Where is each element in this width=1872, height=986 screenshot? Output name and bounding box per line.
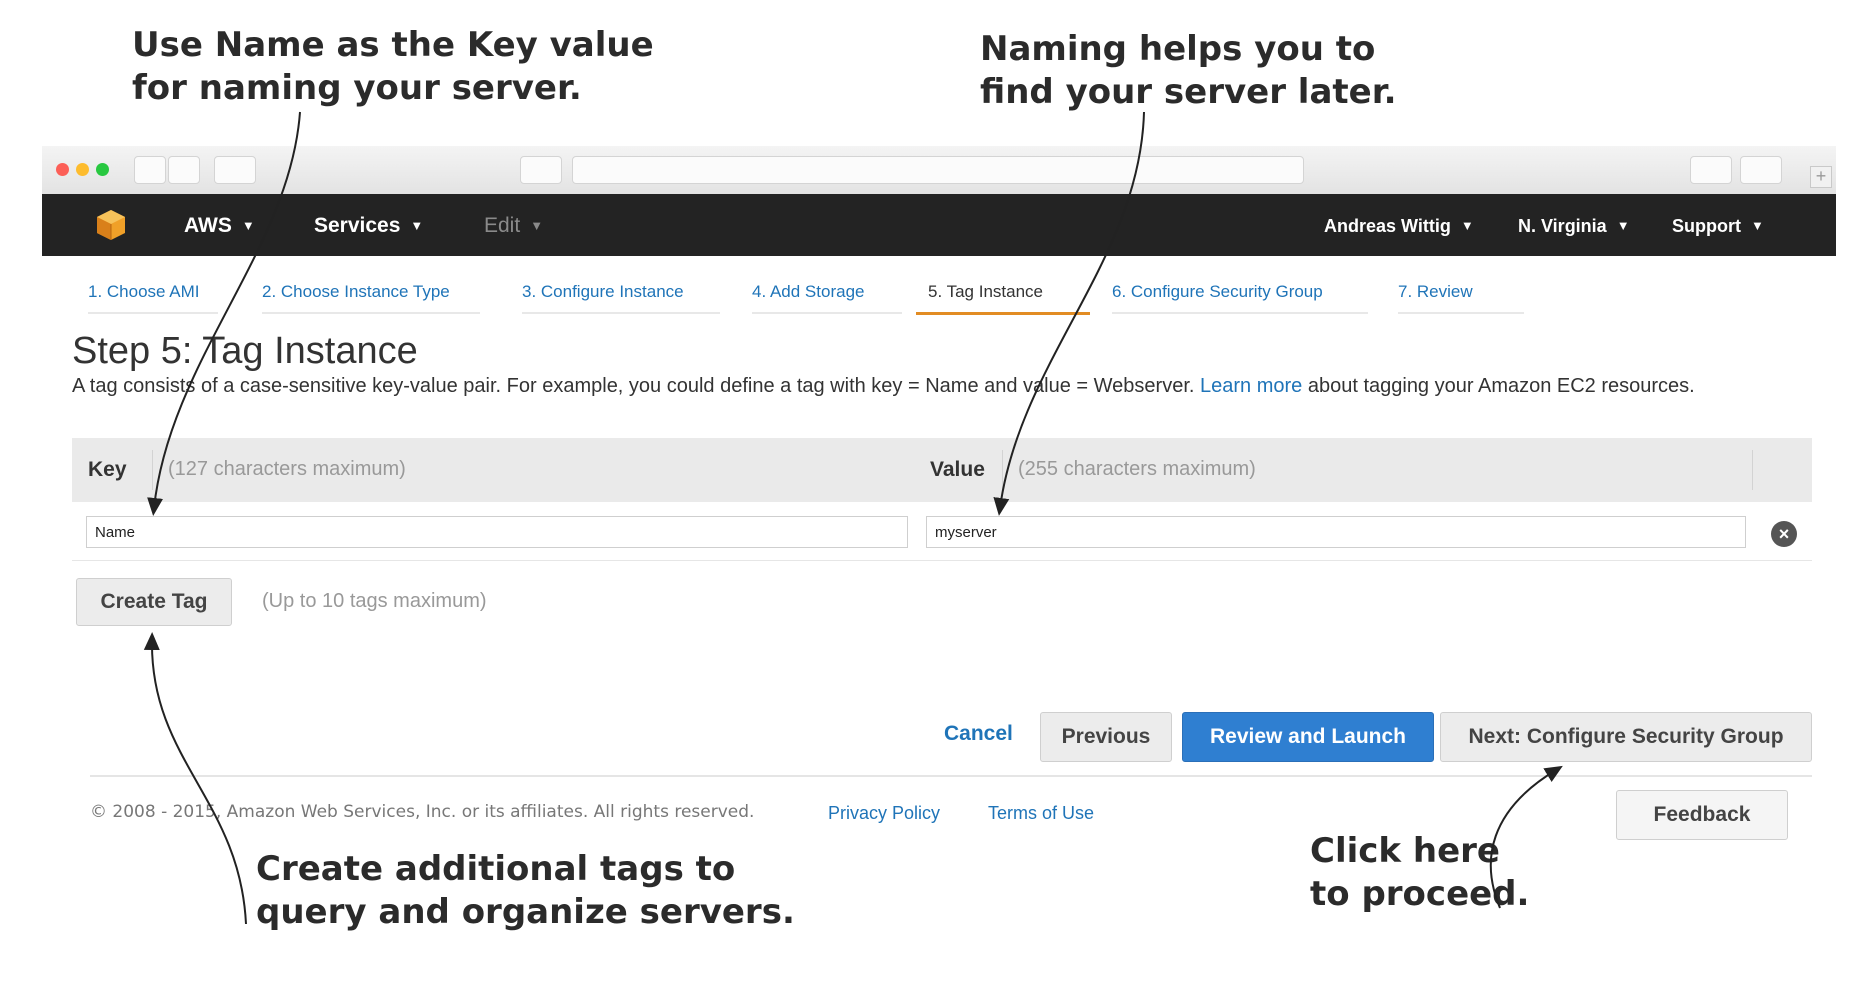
browser-chrome: +: [42, 146, 1836, 195]
annotation-naming-helps: Naming helps you to find your server lat…: [980, 29, 1397, 112]
step-tag-instance[interactable]: 5. Tag Instance: [916, 282, 1090, 315]
minimize-window-icon[interactable]: [76, 163, 89, 176]
description-text: A tag consists of a case-sensitive key-v…: [72, 375, 1200, 397]
step-add-storage[interactable]: 4. Add Storage: [752, 282, 902, 314]
aws-cube-logo-icon[interactable]: [94, 208, 128, 242]
tag-table-header: Key (127 characters maximum) Value (255 …: [72, 438, 1812, 502]
support-menu[interactable]: Support ▼: [1672, 216, 1764, 237]
page-description: A tag consists of a case-sensitive key-v…: [72, 372, 1812, 400]
key-column-header: Key: [88, 458, 127, 481]
aws-label: AWS: [184, 214, 232, 237]
services-label: Services: [314, 214, 401, 237]
support-label: Support: [1672, 216, 1741, 236]
create-tag-hint: (Up to 10 tags maximum): [262, 590, 487, 612]
arrow-to-create-tag: [143, 632, 247, 925]
chevron-down-icon: ▼: [1460, 218, 1474, 233]
row-divider: [72, 560, 1812, 561]
value-column-header: Value: [930, 458, 985, 481]
chevron-down-icon: ▼: [241, 218, 255, 233]
edit-label: Edit: [484, 214, 521, 237]
remove-tag-icon[interactable]: ×: [1771, 521, 1797, 547]
column-divider: [152, 450, 153, 490]
user-label: Andreas Wittig: [1324, 216, 1451, 236]
annotation-key-name: Use Name as the Key value for naming you…: [132, 25, 654, 108]
maximize-window-icon[interactable]: [96, 163, 109, 176]
description-text-end: about tagging your Amazon EC2 resources.: [1302, 375, 1695, 397]
annotation-click-proceed: Click here to proceed.: [1310, 831, 1530, 914]
close-window-icon[interactable]: [56, 163, 69, 176]
user-menu[interactable]: Andreas Wittig ▼: [1324, 216, 1474, 237]
page-title: Step 5: Tag Instance: [72, 330, 418, 372]
aws-navbar: AWS ▼ Services ▼ Edit ▼ Andreas Wittig ▼ N. …: [42, 194, 1836, 256]
create-tag-button[interactable]: Create Tag: [76, 578, 232, 626]
aws-menu[interactable]: AWS ▼: [184, 214, 255, 238]
key-column-hint: (127 characters maximum): [168, 458, 406, 480]
forward-button[interactable]: [168, 156, 200, 184]
step-choose-instance-type[interactable]: 2. Choose Instance Type: [262, 282, 480, 314]
chevron-down-icon: ▼: [1751, 218, 1764, 233]
address-bar[interactable]: [572, 156, 1304, 184]
step-choose-ami[interactable]: 1. Choose AMI: [88, 282, 218, 314]
cancel-link[interactable]: Cancel: [944, 722, 1013, 746]
column-divider: [1002, 450, 1003, 490]
tag-key-input[interactable]: [86, 516, 908, 548]
footer-divider: [90, 775, 1812, 777]
review-and-launch-button[interactable]: Review and Launch: [1182, 712, 1434, 762]
tag-value-input[interactable]: [926, 516, 1746, 548]
share-button[interactable]: [520, 156, 562, 184]
region-menu[interactable]: N. Virginia ▼: [1518, 216, 1630, 237]
region-label: N. Virginia: [1518, 216, 1607, 236]
learn-more-link[interactable]: Learn more: [1200, 375, 1302, 397]
step-configure-instance[interactable]: 3. Configure Instance: [522, 282, 720, 314]
wizard-steps: 1. Choose AMI 2. Choose Instance Type 3.…: [0, 282, 1872, 322]
privacy-policy-link[interactable]: Privacy Policy: [828, 803, 940, 824]
annotation-create-tags: Create additional tags to query and orga…: [256, 849, 795, 932]
services-menu[interactable]: Services ▼: [314, 214, 423, 238]
tabs-button[interactable]: [1740, 156, 1782, 184]
terms-of-use-link[interactable]: Terms of Use: [988, 803, 1094, 824]
new-tab-icon[interactable]: +: [1810, 166, 1832, 188]
edit-menu[interactable]: Edit ▼: [484, 214, 543, 238]
feedback-button[interactable]: Feedback: [1616, 790, 1788, 840]
next-configure-security-group-button[interactable]: Next: Configure Security Group: [1440, 712, 1812, 762]
sidebar-button[interactable]: [214, 156, 256, 184]
value-column-hint: (255 characters maximum): [1018, 458, 1256, 480]
downloads-button[interactable]: [1690, 156, 1732, 184]
copyright-text: © 2008 - 2015, Amazon Web Services, Inc.…: [90, 802, 755, 822]
step-configure-security-group[interactable]: 6. Configure Security Group: [1112, 282, 1368, 314]
chevron-down-icon: ▼: [530, 218, 544, 233]
chevron-down-icon: ▼: [410, 218, 424, 233]
step-review[interactable]: 7. Review: [1398, 282, 1524, 314]
chevron-down-icon: ▼: [1616, 218, 1630, 233]
back-button[interactable]: [134, 156, 166, 184]
column-divider: [1752, 450, 1753, 490]
previous-button[interactable]: Previous: [1040, 712, 1172, 762]
